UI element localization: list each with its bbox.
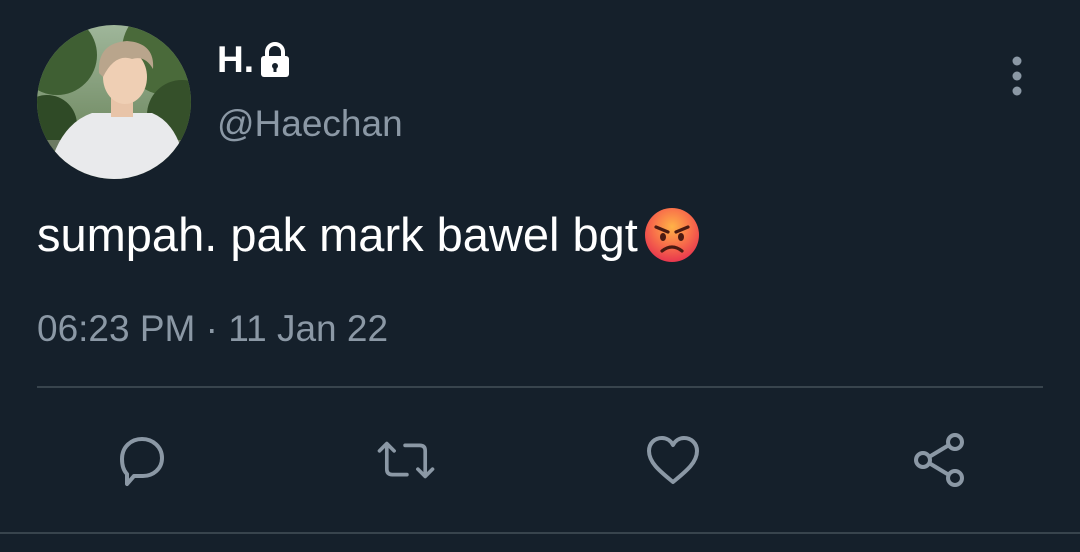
tweet-card: H. @Haechan sumpah. pak mark bawel bgt 0…: [0, 0, 1080, 552]
tweet-timestamp: 06:23 PM · 11 Jan 22: [37, 307, 388, 351]
divider: [37, 386, 1043, 388]
retweet-button[interactable]: [374, 428, 438, 492]
bottom-divider: [0, 532, 1080, 534]
tweet-date: 11 Jan 22: [228, 308, 389, 349]
reply-icon: [120, 437, 164, 486]
display-name-row: H.: [217, 38, 292, 82]
user-handle[interactable]: @Haechan: [217, 102, 403, 146]
reply-button[interactable]: [108, 428, 172, 492]
tweet-body: sumpah. pak mark bawel bgt: [37, 208, 638, 261]
profile-photo: [37, 25, 191, 179]
retweet-icon: [377, 441, 435, 479]
like-icon: [647, 436, 699, 484]
share-icon: [914, 433, 964, 487]
avatar[interactable]: [37, 25, 191, 179]
share-button[interactable]: [908, 428, 972, 492]
display-name[interactable]: H.: [217, 38, 254, 82]
more-vertical-icon: [1012, 56, 1022, 96]
tweet-time: 06:23 PM: [37, 308, 196, 349]
more-options-button[interactable]: [1000, 52, 1034, 100]
time-separator: ·: [205, 308, 218, 349]
angry-face-icon: [642, 205, 702, 265]
tweet-text: sumpah. pak mark bawel bgt: [37, 205, 702, 265]
like-button[interactable]: [641, 428, 705, 492]
lock-icon: [258, 41, 292, 79]
